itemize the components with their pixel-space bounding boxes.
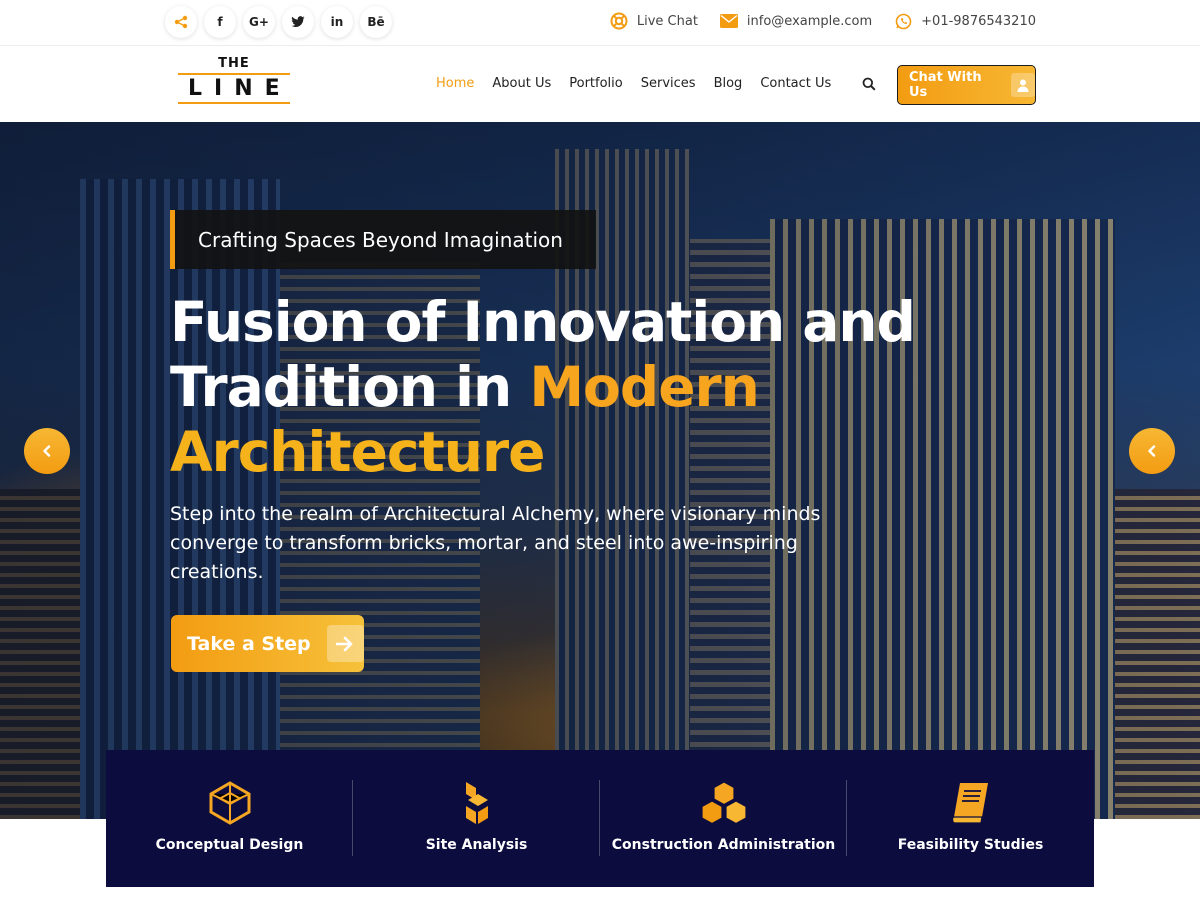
google-plus-icon[interactable]: G+ (243, 6, 275, 38)
behance-icon[interactable]: Bē (360, 6, 392, 38)
social-links: f G+ in Bē (165, 6, 392, 38)
twitter-icon[interactable] (282, 6, 314, 38)
nav-item-portfolio[interactable]: Portfolio (569, 76, 622, 91)
main-header: THE LINE Home About Us Portfolio Service… (0, 46, 1200, 122)
service-label: Construction Administration (611, 837, 836, 853)
services-band: Conceptual Design Site Analysis Construc… (106, 750, 1094, 887)
service-label: Conceptual Design (155, 837, 304, 853)
service-card[interactable]: Site Analysis (353, 750, 600, 887)
chevron-left-icon (1148, 445, 1156, 457)
whatsapp-icon (894, 12, 912, 30)
linkedin-glyph: in (330, 15, 344, 29)
service-label: Site Analysis (425, 837, 528, 853)
behance-glyph: Bē (367, 15, 385, 29)
cube-outline-icon (106, 780, 353, 826)
service-label: Feasibility Studies (897, 837, 1044, 853)
phone-text: +01-9876543210 (921, 13, 1036, 29)
envelope-icon (719, 12, 738, 30)
logo-the-text: THE (218, 56, 250, 71)
live-chat-label: Live Chat (636, 13, 698, 29)
logo-rule-top (178, 73, 290, 75)
nav-item-home[interactable]: Home (436, 76, 474, 91)
chevron-left-icon (43, 445, 51, 457)
facebook-glyph: f (217, 15, 223, 29)
share-icon[interactable] (165, 6, 197, 38)
hero-tagline: Crafting Spaces Beyond Imagination (170, 210, 596, 269)
email-text: info@example.com (746, 13, 873, 29)
hero-headline: Fusion of Innovation and Tradition in Mo… (170, 290, 930, 485)
stacked-blocks-icon (353, 780, 600, 826)
hero-description: Step into the realm of Architectural Alc… (170, 503, 821, 583)
contact-info: Live Chat info@example.com +01-987654321… (610, 12, 1036, 30)
slider-prev-button[interactable] (24, 428, 70, 474)
email-link[interactable]: info@example.com (719, 12, 873, 30)
service-card[interactable]: Feasibility Studies (847, 750, 1094, 887)
logo-line-text: LINE (188, 76, 292, 101)
nav-item-about[interactable]: About Us (492, 76, 551, 91)
chat-with-us-button[interactable]: Chat With Us (897, 65, 1036, 105)
phone-link[interactable]: +01-9876543210 (894, 12, 1036, 30)
service-card[interactable]: Conceptual Design (106, 750, 353, 887)
site-logo[interactable]: THE LINE (178, 56, 290, 112)
google-plus-glyph: G+ (249, 15, 269, 29)
book-icon (847, 780, 1094, 826)
search-icon[interactable] (862, 76, 878, 92)
headline-highlight-modern: Modern (529, 355, 759, 419)
cubes-icon (600, 780, 847, 826)
linkedin-icon[interactable]: in (321, 6, 353, 38)
slider-next-button[interactable] (1129, 428, 1175, 474)
take-a-step-button[interactable]: Take a Step (171, 615, 364, 672)
nav-item-contact[interactable]: Contact Us (760, 76, 831, 91)
nav-item-services[interactable]: Services (641, 76, 696, 91)
arrow-right-icon (326, 625, 364, 662)
nav-item-blog[interactable]: Blog (714, 76, 743, 91)
main-nav: Home About Us Portfolio Services Blog Co… (436, 76, 831, 91)
hero-tagline-text: Crafting Spaces Beyond Imagination (198, 227, 563, 252)
hero-slider: Crafting Spaces Beyond Imagination Fusio… (0, 122, 1200, 819)
service-card[interactable]: Construction Administration (600, 750, 847, 887)
top-bar: f G+ in Bē Live Chat info@example.com +0… (0, 0, 1200, 46)
live-chat-link[interactable]: Live Chat (610, 12, 698, 30)
user-icon (1011, 73, 1035, 97)
facebook-icon[interactable]: f (204, 6, 236, 38)
lifebuoy-icon (610, 12, 628, 30)
take-a-step-label: Take a Step (187, 632, 311, 655)
headline-highlight-architecture: Architecture (170, 420, 545, 484)
logo-rule-bottom (178, 102, 290, 104)
chat-with-us-label: Chat With Us (909, 70, 982, 100)
